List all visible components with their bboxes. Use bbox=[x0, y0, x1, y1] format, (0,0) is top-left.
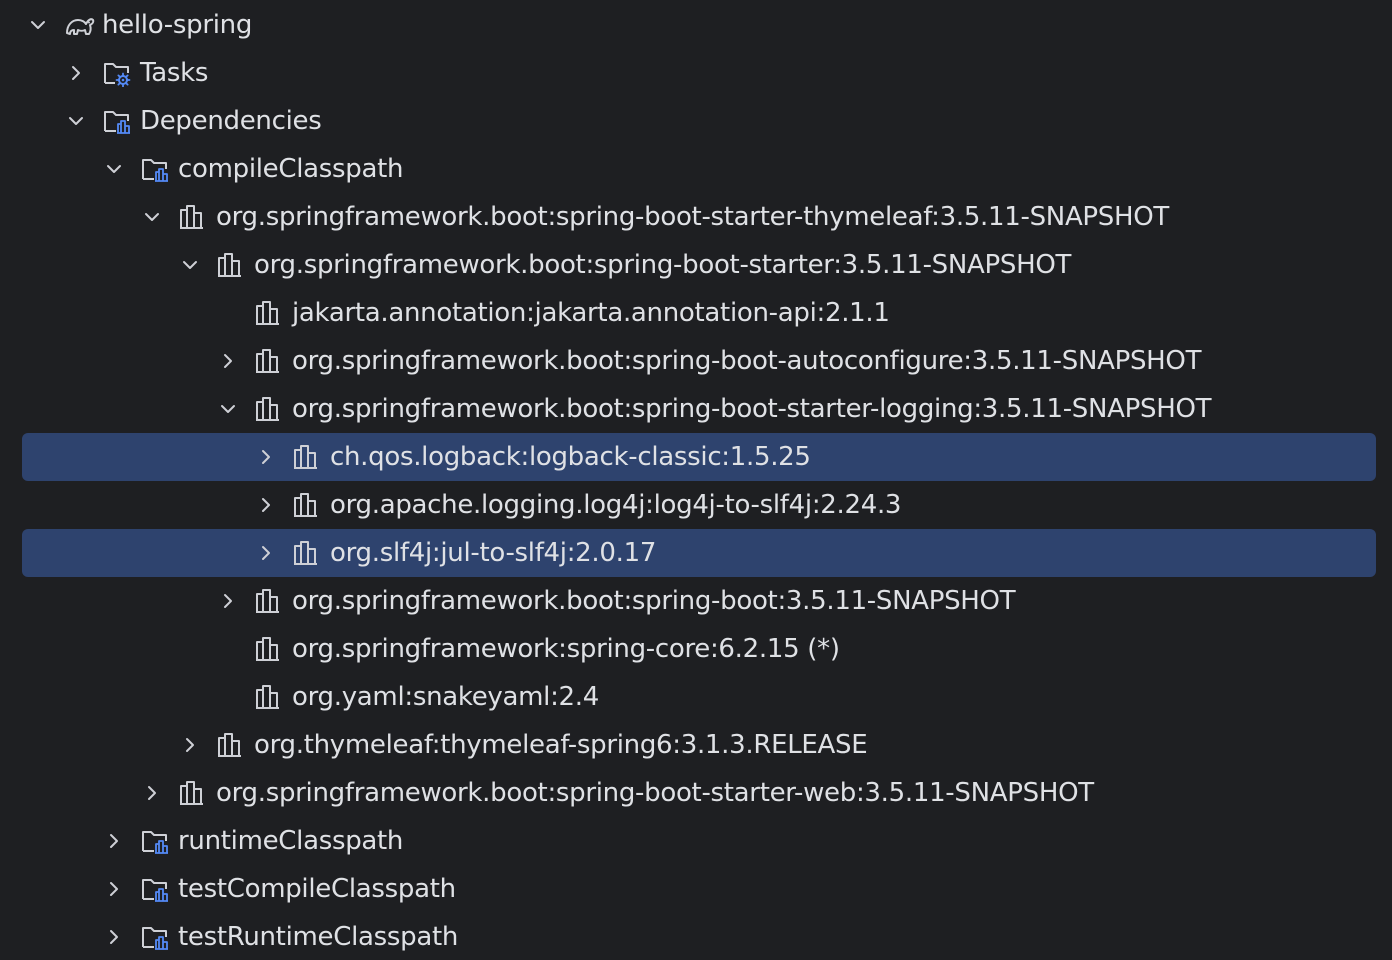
tree-row[interactable]: Tasks bbox=[0, 49, 1392, 97]
tree-row-label: org.springframework:spring-core:6.2.15 (… bbox=[292, 634, 840, 664]
tree-row-label: org.springframework.boot:spring-boot-sta… bbox=[216, 778, 1094, 808]
library-icon bbox=[254, 635, 284, 663]
tree-row[interactable]: org.springframework.boot:spring-boot-sta… bbox=[0, 241, 1392, 289]
dependencies-folder-icon bbox=[140, 923, 170, 951]
tree-row-label: testRuntimeClasspath bbox=[178, 922, 459, 952]
tree-row[interactable]: org.springframework.boot:spring-boot-sta… bbox=[0, 193, 1392, 241]
tree-row[interactable]: jakarta.annotation:jakarta.annotation-ap… bbox=[0, 289, 1392, 337]
tree-row[interactable]: runtimeClasspath bbox=[0, 817, 1392, 865]
tree-row[interactable]: org.springframework.boot:spring-boot-sta… bbox=[0, 385, 1392, 433]
chevron-down-icon[interactable] bbox=[26, 13, 50, 37]
library-icon bbox=[216, 251, 246, 279]
chevron-down-icon[interactable] bbox=[178, 253, 202, 277]
tree-row-label: org.springframework.boot:spring-boot-sta… bbox=[216, 202, 1170, 232]
chevron-right-icon[interactable] bbox=[216, 349, 240, 373]
library-icon bbox=[254, 683, 284, 711]
tree-row[interactable]: testCompileClasspath bbox=[0, 865, 1392, 913]
tree-row-label: Dependencies bbox=[140, 106, 322, 136]
tasks-folder-icon bbox=[102, 59, 132, 87]
chevron-down-icon[interactable] bbox=[216, 397, 240, 421]
tree-row-label: Tasks bbox=[140, 58, 209, 88]
tree-row-label: hello-spring bbox=[102, 10, 253, 40]
dependencies-folder-icon bbox=[102, 107, 132, 135]
chevron-right-icon[interactable] bbox=[254, 445, 278, 469]
tree-row-label: org.springframework.boot:spring-boot-sta… bbox=[292, 394, 1212, 424]
chevron-right-icon[interactable] bbox=[102, 877, 126, 901]
chevron-right-icon[interactable] bbox=[140, 781, 164, 805]
tree-row-label: testCompileClasspath bbox=[178, 874, 456, 904]
tree-row-label: org.springframework.boot:spring-boot:3.5… bbox=[292, 586, 1016, 616]
tree-row[interactable]: org.springframework.boot:spring-boot-sta… bbox=[0, 769, 1392, 817]
tree-row-label: org.springframework.boot:spring-boot-aut… bbox=[292, 346, 1202, 376]
library-icon bbox=[254, 347, 284, 375]
chevron-down-icon[interactable] bbox=[102, 157, 126, 181]
tree-row-label: ch.qos.logback:logback-classic:1.5.25 bbox=[330, 442, 811, 472]
tree-row-label: org.apache.logging.log4j:log4j-to-slf4j:… bbox=[330, 490, 902, 520]
chevron-right-icon[interactable] bbox=[102, 829, 126, 853]
dependencies-folder-icon bbox=[140, 875, 170, 903]
tree-row[interactable]: Dependencies bbox=[0, 97, 1392, 145]
library-icon bbox=[216, 731, 246, 759]
tree-row[interactable]: org.springframework.boot:spring-boot-aut… bbox=[0, 337, 1392, 385]
tree-row[interactable]: org.thymeleaf:thymeleaf-spring6:3.1.3.RE… bbox=[0, 721, 1392, 769]
library-icon bbox=[254, 587, 284, 615]
chevron-right-icon[interactable] bbox=[254, 493, 278, 517]
tree-row-label: org.springframework.boot:spring-boot-sta… bbox=[254, 250, 1072, 280]
chevron-right-icon[interactable] bbox=[102, 925, 126, 949]
library-icon bbox=[292, 539, 322, 567]
chevron-right-icon[interactable] bbox=[216, 589, 240, 613]
tree-row[interactable]: compileClasspath bbox=[0, 145, 1392, 193]
tree-row[interactable]: org.slf4j:jul-to-slf4j:2.0.17 bbox=[0, 529, 1392, 577]
tree-row-label: org.slf4j:jul-to-slf4j:2.0.17 bbox=[330, 538, 657, 568]
tree-row-label: org.thymeleaf:thymeleaf-spring6:3.1.3.RE… bbox=[254, 730, 868, 760]
chevron-right-icon[interactable] bbox=[64, 61, 88, 85]
chevron-down-icon[interactable] bbox=[64, 109, 88, 133]
gradle-project-icon bbox=[64, 11, 95, 39]
library-icon bbox=[254, 395, 284, 423]
tree-row[interactable]: org.springframework:spring-core:6.2.15 (… bbox=[0, 625, 1392, 673]
library-icon bbox=[292, 443, 322, 471]
tree-row-label: org.yaml:snakeyaml:2.4 bbox=[292, 682, 599, 712]
tree-row[interactable]: org.apache.logging.log4j:log4j-to-slf4j:… bbox=[0, 481, 1392, 529]
tree-row[interactable]: org.springframework.boot:spring-boot:3.5… bbox=[0, 577, 1392, 625]
library-icon bbox=[178, 779, 208, 807]
library-icon bbox=[292, 491, 322, 519]
library-icon bbox=[254, 299, 284, 327]
tree-row[interactable]: ch.qos.logback:logback-classic:1.5.25 bbox=[0, 433, 1392, 481]
dependencies-folder-icon bbox=[140, 155, 170, 183]
chevron-right-icon[interactable] bbox=[178, 733, 202, 757]
chevron-right-icon[interactable] bbox=[254, 541, 278, 565]
chevron-down-icon[interactable] bbox=[140, 205, 164, 229]
tree-row-label: jakarta.annotation:jakarta.annotation-ap… bbox=[292, 298, 890, 328]
gradle-dependency-tree[interactable]: hello-spring Tasks Dependencies compileClas… bbox=[0, 0, 1392, 960]
tree-row-label: compileClasspath bbox=[178, 154, 404, 184]
dependencies-folder-icon bbox=[140, 827, 170, 855]
tree-row[interactable]: testRuntimeClasspath bbox=[0, 913, 1392, 960]
library-icon bbox=[178, 203, 208, 231]
tree-row[interactable]: org.yaml:snakeyaml:2.4 bbox=[0, 673, 1392, 721]
tree-row-label: runtimeClasspath bbox=[178, 826, 404, 856]
tree-row[interactable]: hello-spring bbox=[0, 1, 1392, 49]
